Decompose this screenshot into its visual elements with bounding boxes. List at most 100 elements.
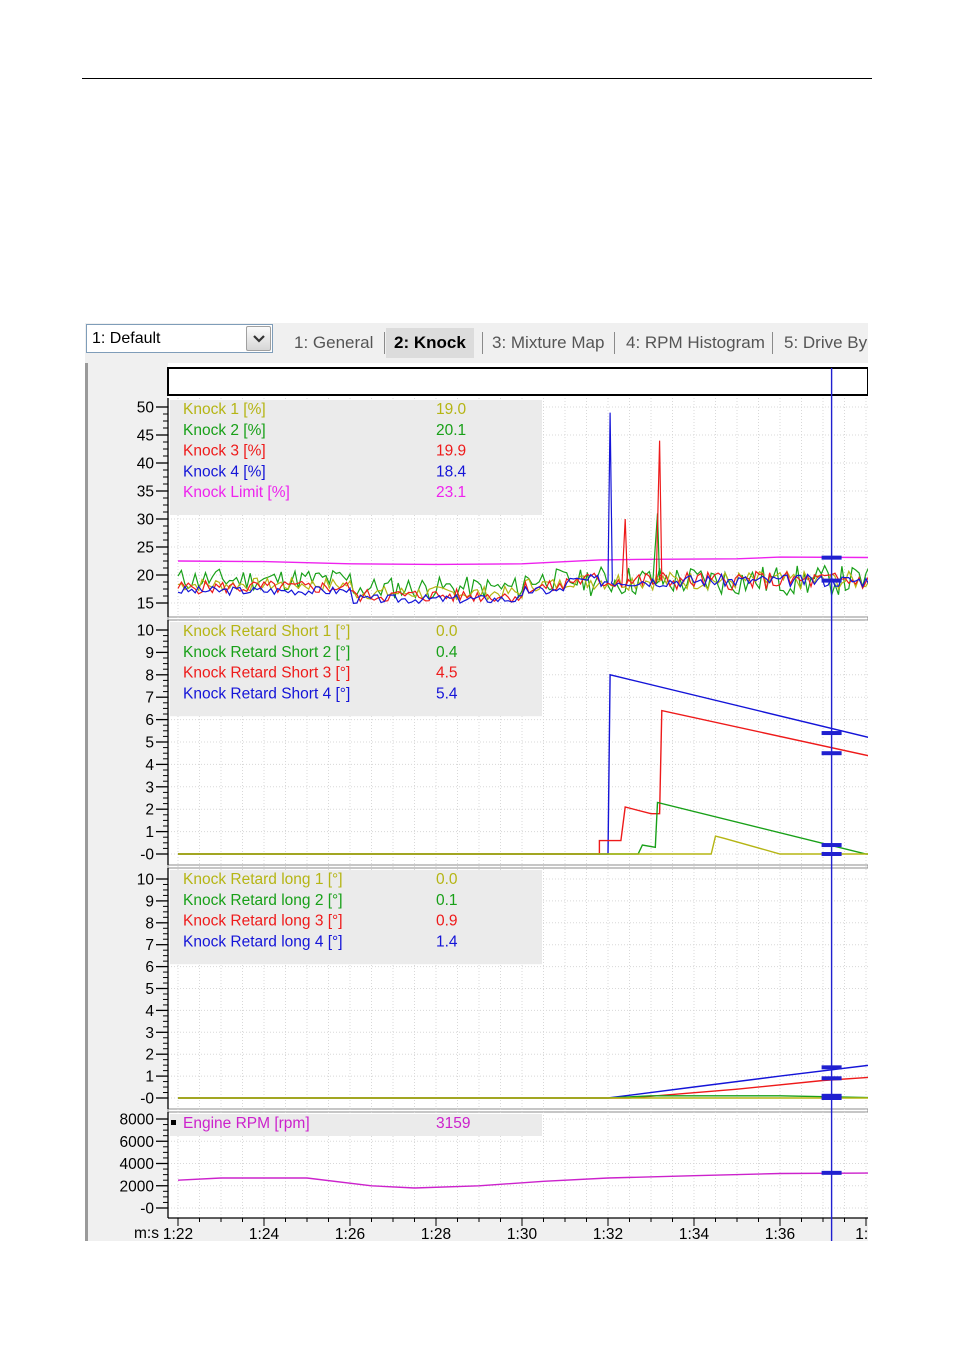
logger-window: 1: Default 1: General 2: Knock 3: Mixtur… <box>85 323 868 1241</box>
legend-value: 4.5 <box>436 665 458 682</box>
y-tick-label: 7 <box>145 690 154 707</box>
cursor-marker <box>821 578 842 583</box>
tab-separator <box>482 332 483 354</box>
cursor-marker <box>821 555 842 560</box>
legend-label: Knock Retard Short 2 [°] <box>183 644 350 661</box>
legend-value: 0.9 <box>436 913 458 930</box>
x-tick-label: 1:28 <box>421 1226 451 1241</box>
legend-value: 19.0 <box>436 401 467 418</box>
x-tick-label: 1:32 <box>593 1226 623 1241</box>
y-tick-label: 25 <box>137 540 154 557</box>
y-tick-label: 15 <box>137 596 154 613</box>
y-tick-label: 40 <box>137 456 155 473</box>
y-tick-label: 8000 <box>120 1112 155 1129</box>
panel-separator <box>167 864 868 869</box>
y-tick-label: 4 <box>145 757 154 774</box>
y-tick-label: 6 <box>145 712 154 729</box>
y-tick-label: -0 <box>140 1201 154 1218</box>
legend-label: Knock Retard Short 3 [°] <box>183 665 350 682</box>
y-tick-label: 35 <box>137 484 154 501</box>
y-tick-label: 1 <box>145 824 154 841</box>
y-tick-label: 7 <box>145 937 154 954</box>
x-tick-label: 1:30 <box>507 1226 538 1241</box>
legend-label: Knock 1 [%] <box>183 401 266 418</box>
cursor-marker <box>821 1076 842 1081</box>
y-tick-label: 45 <box>137 428 154 445</box>
cursor-marker <box>821 1170 842 1175</box>
legend-value: 1.4 <box>436 933 458 950</box>
legend-value: 0.0 <box>436 623 458 640</box>
y-tick-label: 10 <box>137 872 155 889</box>
legend-label: Knock Limit [%] <box>183 484 290 501</box>
legend-value: 19.9 <box>436 443 466 460</box>
legend-label: Knock Retard long 2 [°] <box>183 892 343 909</box>
legend-value: 0.1 <box>436 892 458 909</box>
y-tick-label: 2 <box>145 1047 154 1064</box>
y-tick-label: 9 <box>145 893 154 910</box>
x-tick-label: 1:26 <box>335 1226 365 1241</box>
cursor-marker <box>821 731 842 736</box>
y-tick-label: 5 <box>145 735 154 752</box>
legend-value: 18.4 <box>436 463 467 480</box>
legend-value: 3159 <box>436 1115 470 1132</box>
legend-value: 0.4 <box>436 644 458 661</box>
y-tick-label: 20 <box>137 568 155 585</box>
tab-drive-by[interactable]: 5: Drive By <box>784 328 867 358</box>
y-tick-label: 1 <box>145 1069 154 1086</box>
tab-general[interactable]: 1: General <box>294 328 373 358</box>
y-tick-label: 2000 <box>120 1178 155 1195</box>
y-tick-label: 10 <box>137 623 155 640</box>
legend-value: 20.1 <box>436 422 466 439</box>
x-tick-label: 1:24 <box>249 1226 280 1241</box>
tab-separator <box>384 332 385 354</box>
x-tick-label: 1:34 <box>679 1226 710 1241</box>
layout-selector-value: 1: Default <box>92 330 161 347</box>
y-tick-label: 6000 <box>120 1134 155 1151</box>
legend-label: Knock 3 [%] <box>183 443 266 460</box>
legend-value: 0.0 <box>436 871 458 888</box>
cursor-marker <box>821 843 842 848</box>
y-tick-label: 4000 <box>120 1156 155 1173</box>
cursor-marker <box>821 852 842 856</box>
x-unit-label: m:s <box>134 1225 159 1241</box>
cursor-marker <box>821 1065 842 1070</box>
y-tick-label: 4 <box>145 1003 154 1020</box>
legend-label: Knock Retard long 1 [°] <box>183 871 343 888</box>
y-tick-label: -0 <box>140 847 154 864</box>
y-tick-label: 3 <box>145 1025 154 1042</box>
panel-separator <box>167 616 868 621</box>
tab-rpm-histogram[interactable]: 4: RPM Histogram <box>626 328 765 358</box>
legend-label: Knock 2 [%] <box>183 422 266 439</box>
layout-selector[interactable]: 1: Default <box>86 324 273 353</box>
legend-label: Knock Retard long 3 [°] <box>183 913 343 930</box>
y-tick-label: 6 <box>145 959 154 976</box>
knock-chart[interactable]: Knock 1 [%] 19.0Knock 2 [%] 20.1Knock 3 [%… <box>85 363 868 1241</box>
legend-label: Knock Retard Short 4 [°] <box>183 685 350 702</box>
y-tick-label: 8 <box>145 667 154 684</box>
tab-mixture-map[interactable]: 3: Mixture Map <box>492 328 604 358</box>
x-tick-label: 1:22 <box>163 1226 193 1241</box>
y-tick-label: 50 <box>137 400 155 417</box>
chevron-down-icon[interactable] <box>246 326 271 351</box>
legend-label: Engine RPM [rpm] <box>183 1115 310 1132</box>
tab-separator <box>772 332 773 354</box>
legend-value: 5.4 <box>436 685 458 702</box>
legend-marker <box>171 1120 176 1125</box>
y-tick-label: 30 <box>137 512 155 529</box>
y-tick-label: 8 <box>145 915 154 932</box>
tab-knock[interactable]: 2: Knock <box>386 328 474 358</box>
y-tick-label: 9 <box>145 645 154 662</box>
legend-value: 23.1 <box>436 484 466 501</box>
panel-separator <box>167 1108 868 1113</box>
legend-label: Knock Retard Short 1 [°] <box>183 623 350 640</box>
legend-label: Knock 4 [%] <box>183 463 266 480</box>
y-tick-label: 2 <box>145 802 154 819</box>
y-tick-label: 5 <box>145 981 154 998</box>
tab-separator <box>614 332 615 354</box>
toolbar: 1: Default 1: General 2: Knock 3: Mixtur… <box>85 323 868 363</box>
y-tick-label: 3 <box>145 779 154 796</box>
y-tick-label: -0 <box>140 1091 154 1108</box>
legend-label: Knock Retard long 4 [°] <box>183 933 343 950</box>
x-tick-label: 1:36 <box>765 1226 795 1241</box>
cursor-marker <box>821 751 842 756</box>
